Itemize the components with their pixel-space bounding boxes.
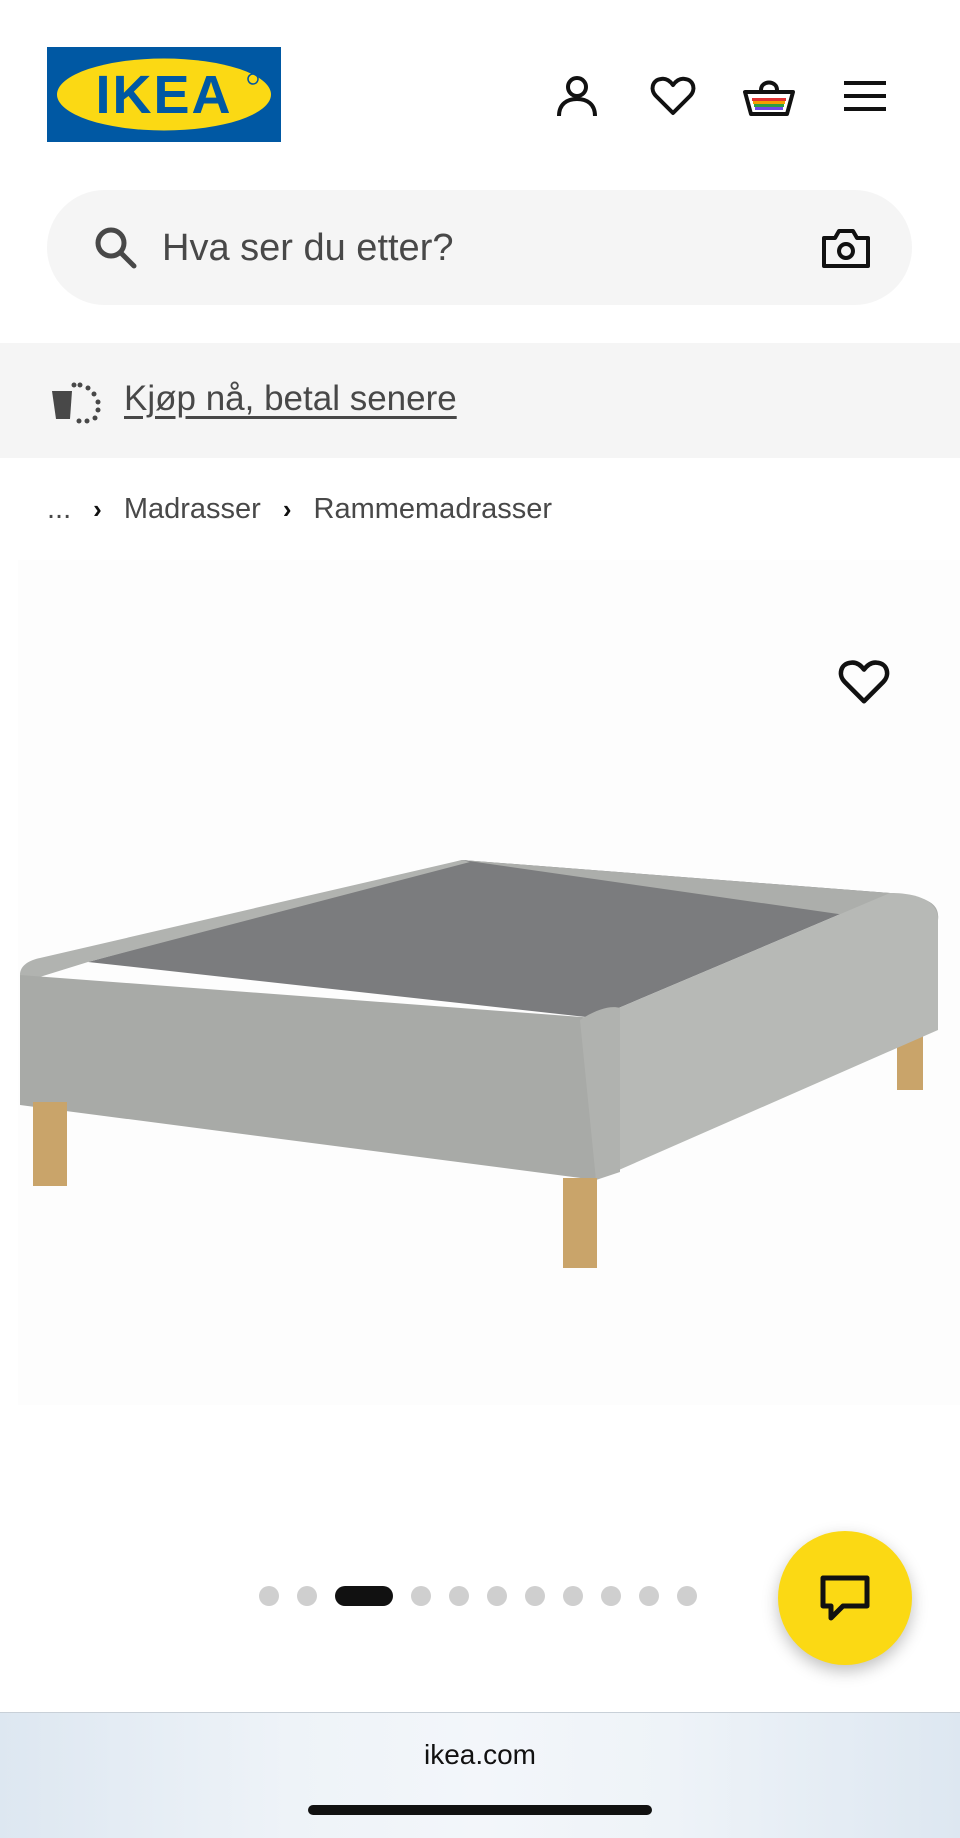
gallery-dot[interactable] bbox=[677, 1586, 697, 1606]
chevron-right-icon: › bbox=[282, 493, 292, 524]
chat-bubble-icon bbox=[820, 1575, 870, 1621]
breadcrumb: ... › Madrasser › Rammemadrasser bbox=[47, 489, 552, 529]
basket-button[interactable] bbox=[741, 68, 797, 124]
ikea-logo[interactable]: IKEA bbox=[47, 47, 281, 142]
gallery-pagination bbox=[259, 1585, 697, 1607]
home-indicator[interactable] bbox=[308, 1805, 652, 1815]
basket-icon bbox=[743, 80, 795, 116]
gallery-dot[interactable] bbox=[601, 1586, 621, 1606]
heart-icon bbox=[650, 76, 696, 115]
payment-promo-banner[interactable]: Kjøp nå, betal senere bbox=[0, 343, 960, 458]
search-input[interactable]: Hva ser du etter? bbox=[162, 223, 453, 273]
gallery-dot-active[interactable] bbox=[335, 1586, 393, 1606]
breadcrumb-item-ellipsis[interactable]: ... bbox=[47, 493, 71, 526]
gallery-dot[interactable] bbox=[487, 1586, 507, 1606]
ikea-logo-icon: IKEA bbox=[47, 47, 281, 142]
add-to-favourites-heart-icon[interactable] bbox=[838, 656, 890, 708]
favourites-button[interactable] bbox=[645, 68, 701, 124]
search-icon bbox=[95, 227, 137, 269]
basket-dots-icon bbox=[52, 382, 101, 424]
account-button[interactable] bbox=[549, 68, 605, 124]
camera-icon[interactable] bbox=[820, 222, 872, 274]
gallery-dot[interactable] bbox=[639, 1586, 659, 1606]
site-header: IKEA bbox=[0, 0, 960, 185]
account-icon bbox=[557, 76, 597, 117]
chevron-right-icon: › bbox=[93, 493, 102, 524]
browser-address-bar[interactable]: ikea.com bbox=[0, 1712, 960, 1838]
gallery-dot[interactable] bbox=[449, 1586, 469, 1606]
browser-url[interactable]: ikea.com bbox=[0, 1739, 960, 1771]
gallery-dot[interactable] bbox=[259, 1586, 279, 1606]
gallery-dot[interactable] bbox=[525, 1586, 545, 1606]
gallery-dot[interactable] bbox=[563, 1586, 583, 1606]
menu-icon bbox=[844, 81, 886, 111]
gallery-dot[interactable] bbox=[297, 1586, 317, 1606]
menu-button[interactable] bbox=[837, 68, 893, 124]
search-bar[interactable]: Hva ser du etter? bbox=[47, 190, 912, 305]
breadcrumb-item-madrasser[interactable]: Madrasser bbox=[124, 493, 261, 526]
breadcrumb-item-rammemadrasser[interactable]: Rammemadrasser bbox=[314, 493, 553, 526]
svg-text:IKEA: IKEA bbox=[95, 65, 232, 125]
gallery-dot[interactable] bbox=[411, 1586, 431, 1606]
chat-button[interactable] bbox=[778, 1531, 912, 1665]
payment-promo-link[interactable]: Kjøp nå, betal senere bbox=[124, 375, 457, 423]
